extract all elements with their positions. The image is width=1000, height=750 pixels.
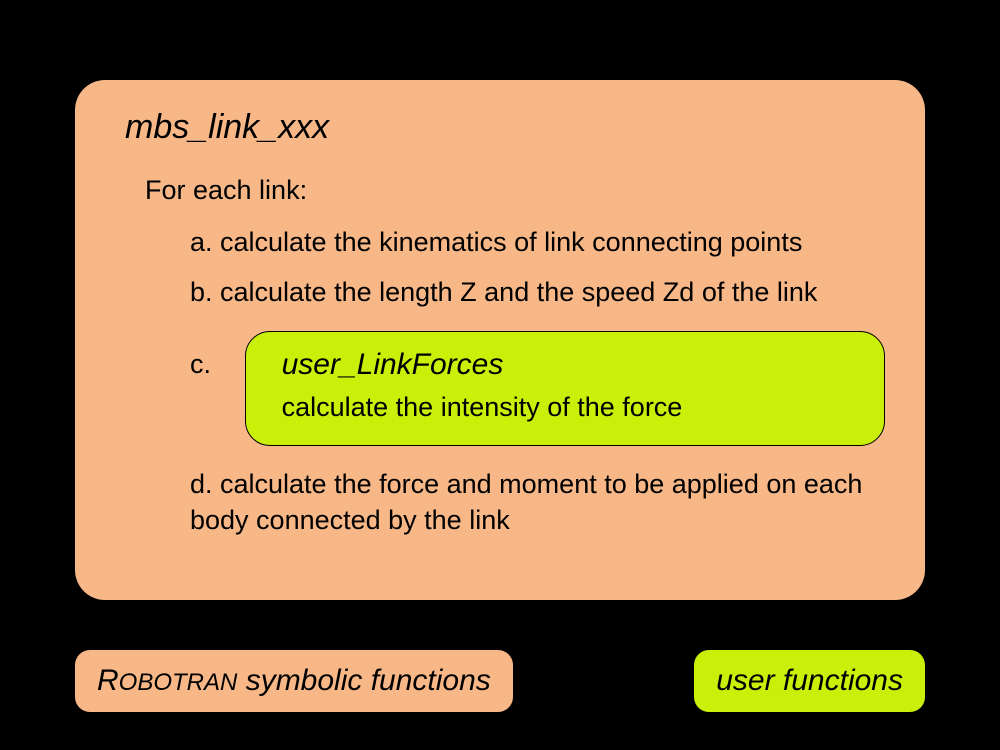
item-d-text: calculate the force and moment to be app… bbox=[190, 469, 862, 535]
item-a: a.calculate the kinematics of link conne… bbox=[190, 224, 885, 260]
item-b: b.calculate the length Z and the speed Z… bbox=[190, 274, 885, 310]
item-letter-c: c. bbox=[190, 331, 245, 380]
main-symbolic-box: mbs_link_xxx For each link: a.calculate … bbox=[75, 80, 925, 600]
intro-text: For each link: bbox=[145, 175, 885, 206]
legend-symbolic-suffix: symbolic functions bbox=[237, 664, 490, 697]
inner-title: user_LinkForces bbox=[282, 348, 856, 382]
item-c-row: c. user_LinkForces calculate the intensi… bbox=[190, 331, 885, 446]
legend-user: user functions bbox=[694, 650, 925, 712]
item-letter-a: a. bbox=[190, 224, 220, 260]
main-title: mbs_link_xxx bbox=[125, 108, 885, 147]
item-b-text: calculate the length Z and the speed Zd … bbox=[220, 277, 817, 307]
inner-text: calculate the intensity of the force bbox=[282, 392, 856, 423]
item-a-text: calculate the kinematics of link connect… bbox=[220, 227, 802, 257]
item-d: d.calculate the force and moment to be a… bbox=[190, 466, 885, 539]
legend-row: ROBOTRAN symbolic functions user functio… bbox=[75, 650, 925, 712]
legend-symbolic-prefix: R bbox=[97, 664, 119, 697]
item-letter-b: b. bbox=[190, 274, 220, 310]
legend-symbolic: ROBOTRAN symbolic functions bbox=[75, 650, 513, 712]
legend-symbolic-smallcaps: OBOTRAN bbox=[119, 669, 238, 696]
item-letter-d: d. bbox=[190, 466, 220, 502]
user-function-box: user_LinkForces calculate the intensity … bbox=[245, 331, 885, 446]
